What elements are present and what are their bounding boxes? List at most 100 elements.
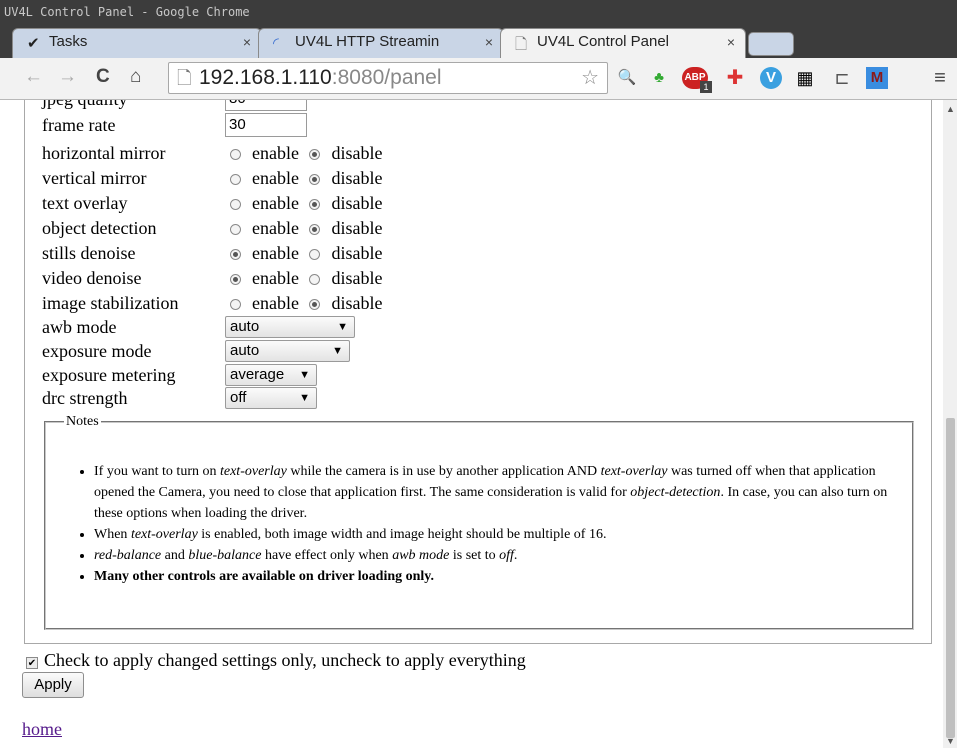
- disable-radio[interactable]: [309, 274, 321, 285]
- tab-label: UV4L Control Panel: [537, 33, 670, 50]
- disable-label: disable: [331, 293, 383, 313]
- setting-label: awb mode: [42, 317, 117, 337]
- menu-icon[interactable]: ≡: [930, 67, 950, 89]
- disable-radio[interactable]: [309, 149, 321, 160]
- disable-radio[interactable]: [309, 224, 321, 235]
- setting-label: horizontal mirror: [42, 143, 166, 163]
- disable-label: disable: [331, 193, 383, 213]
- reload-button[interactable]: C: [96, 66, 110, 88]
- select-value: auto: [230, 318, 260, 335]
- scroll-up-icon[interactable]: ▲: [946, 104, 955, 114]
- jpeg-quality-input[interactable]: 80: [225, 100, 307, 111]
- apply-changed-only-label: Check to apply changed settings only, un…: [44, 650, 526, 670]
- disable-radio[interactable]: [309, 249, 321, 260]
- setting-label: image stabilization: [42, 293, 179, 313]
- tab-tasks[interactable]: ✔ Tasks ×: [12, 28, 262, 58]
- scroll-down-icon[interactable]: ▼: [946, 736, 955, 746]
- enable-radio[interactable]: [230, 174, 241, 185]
- notes-list: If you want to turn on text-overlay whil…: [66, 461, 914, 587]
- cast-icon[interactable]: ⊏: [830, 67, 854, 89]
- home-link[interactable]: home: [22, 719, 62, 740]
- enable-radio[interactable]: [230, 224, 241, 235]
- page-content: jpeg quality 80 frame rate 30 horizontal…: [0, 100, 943, 748]
- disable-radio[interactable]: [309, 174, 321, 185]
- loading-icon: ◜: [273, 35, 279, 52]
- dropdown-arrow-icon: ▼: [299, 369, 310, 381]
- enable-label: enable: [252, 218, 299, 238]
- setting-label: vertical mirror: [42, 168, 147, 188]
- notes-fieldset: Notes If you want to turn on text-overla…: [44, 414, 914, 630]
- tab-label: UV4L HTTP Streamin: [295, 33, 440, 50]
- search-extension-icon[interactable]: 🔍: [616, 67, 638, 89]
- enable-label: enable: [252, 193, 299, 213]
- note-item: red-balance and blue-balance have effect…: [94, 545, 914, 566]
- adblock-count-badge: 1: [700, 81, 712, 93]
- home-button[interactable]: ⌂: [130, 66, 141, 88]
- tab-label: Tasks: [49, 33, 88, 50]
- enable-radio[interactable]: [230, 274, 241, 285]
- enable-label: enable: [252, 293, 299, 313]
- disable-radio[interactable]: [309, 199, 321, 210]
- notes-legend: Notes: [64, 414, 101, 430]
- disable-label: disable: [331, 268, 383, 288]
- setting-label: exposure metering: [42, 365, 176, 385]
- disable-label: disable: [331, 243, 383, 263]
- apply-button[interactable]: Apply: [22, 672, 84, 698]
- enable-label: enable: [252, 243, 299, 263]
- page-icon: 🗋: [177, 68, 192, 88]
- select-value: average: [230, 366, 285, 383]
- tab-strip: ✔ Tasks × ◜ UV4L HTTP Streamin × 🗋 UV4L …: [0, 24, 957, 58]
- setting-label: stills denoise: [42, 243, 136, 263]
- note-item: If you want to turn on text-overlay whil…: [94, 461, 914, 524]
- setting-label: object detection: [42, 218, 157, 238]
- enable-label: enable: [252, 168, 299, 188]
- close-icon[interactable]: ×: [485, 34, 493, 50]
- forward-button[interactable]: →: [58, 66, 77, 88]
- awb-mode-select[interactable]: auto ▼: [225, 316, 355, 338]
- url-path: :8080/panel: [331, 66, 442, 89]
- window-title: UV4L Control Panel - Google Chrome: [0, 0, 957, 24]
- apply-changed-only-row: ✔ Check to apply changed settings only, u…: [26, 649, 526, 671]
- address-bar[interactable]: 🗋 192.168.1.110:8080/panel ☆: [168, 62, 608, 94]
- enable-radio[interactable]: [230, 249, 241, 260]
- select-value: auto: [230, 342, 260, 359]
- disable-radio[interactable]: [309, 299, 321, 310]
- dropdown-arrow-icon: ▼: [332, 345, 343, 357]
- close-icon[interactable]: ×: [727, 34, 735, 50]
- disable-label: disable: [331, 143, 383, 163]
- dropdown-arrow-icon: ▼: [299, 392, 310, 404]
- url-host: 192.168.1.110: [199, 66, 332, 89]
- film-icon[interactable]: ▦: [794, 67, 816, 89]
- setting-label: text overlay: [42, 193, 128, 213]
- exposure-mode-select[interactable]: auto ▼: [225, 340, 350, 362]
- drc-strength-select[interactable]: off ▼: [225, 387, 317, 409]
- browser-toolbar: ← → C ⌂ 🗋 192.168.1.110:8080/panel ☆ 🔍 ♣…: [0, 58, 957, 100]
- new-tab-button[interactable]: [748, 32, 794, 56]
- enable-label: enable: [252, 143, 299, 163]
- frame-rate-input[interactable]: 30: [225, 113, 307, 137]
- check-icon: ✔: [27, 35, 40, 52]
- apply-changed-only-checkbox[interactable]: ✔: [26, 657, 38, 669]
- close-icon[interactable]: ×: [243, 34, 251, 50]
- enable-radio[interactable]: [230, 149, 241, 160]
- enable-radio[interactable]: [230, 299, 241, 310]
- setting-label: jpeg quality: [42, 100, 226, 111]
- select-value: off: [230, 389, 247, 406]
- note-item: When text-overlay is enabled, both image…: [94, 524, 914, 545]
- gmail-icon[interactable]: M: [866, 67, 888, 89]
- gmail-label: M: [870, 69, 884, 86]
- setting-label: drc strength: [42, 388, 128, 408]
- scrollbar-thumb[interactable]: [946, 418, 955, 738]
- evernote-icon[interactable]: ♣: [648, 67, 670, 89]
- vimeo-icon[interactable]: V: [760, 67, 782, 89]
- tab-uv4l-control-panel[interactable]: 🗋 UV4L Control Panel ×: [500, 28, 746, 58]
- enable-label: enable: [252, 268, 299, 288]
- back-button[interactable]: ←: [24, 66, 43, 88]
- bookmark-star-icon[interactable]: ☆: [581, 63, 599, 93]
- exposure-metering-select[interactable]: average ▼: [225, 364, 317, 386]
- puzzle-extension-icon[interactable]: ✚: [724, 67, 746, 89]
- tab-uv4l-streaming[interactable]: ◜ UV4L HTTP Streamin ×: [258, 28, 504, 58]
- vertical-scrollbar[interactable]: ▲ ▼: [943, 100, 957, 748]
- setting-label: frame rate: [42, 115, 116, 135]
- enable-radio[interactable]: [230, 199, 241, 210]
